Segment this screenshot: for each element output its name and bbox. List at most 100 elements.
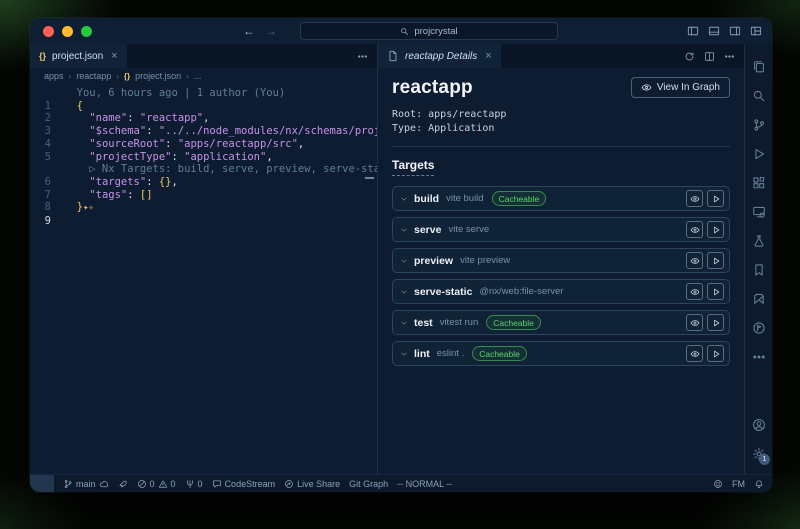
view-target-button[interactable] bbox=[686, 345, 703, 362]
code-line[interactable]: 6 "targets": {}, bbox=[30, 176, 377, 189]
forward-arrow-icon[interactable]: → bbox=[265, 24, 277, 38]
line-number bbox=[30, 163, 64, 176]
run-target-button[interactable] bbox=[707, 345, 724, 362]
close-window-button[interactable] bbox=[43, 26, 54, 37]
feedback-item[interactable] bbox=[713, 479, 723, 489]
run-target-button[interactable] bbox=[707, 283, 724, 300]
code-line[interactable]: ▷ Nx Targets: build, serve, preview, ser… bbox=[30, 163, 377, 176]
bird-icon bbox=[118, 479, 128, 489]
more-actions-icon[interactable] bbox=[357, 51, 368, 62]
code-line[interactable]: You, 6 hours ago | 1 author (You) bbox=[30, 87, 377, 100]
line-number: 9 bbox=[30, 215, 64, 228]
problems-item[interactable]: 00 bbox=[137, 479, 176, 489]
error-icon bbox=[137, 479, 147, 489]
code-token bbox=[64, 125, 89, 137]
run-target-button[interactable] bbox=[707, 221, 724, 238]
line-content: "tags": [] bbox=[64, 189, 377, 202]
git-graph-item[interactable]: Git Graph bbox=[349, 479, 388, 489]
target-row-serve-static[interactable]: serve-static@nx/web:file-server bbox=[392, 279, 730, 304]
code-token: : bbox=[146, 176, 159, 188]
activity-item-search[interactable] bbox=[745, 81, 772, 110]
activity-item-extensions[interactable] bbox=[745, 168, 772, 197]
remote-indicator[interactable] bbox=[30, 475, 54, 493]
toggle-panel-icon[interactable] bbox=[708, 25, 720, 37]
code-line[interactable]: 9 bbox=[30, 215, 377, 228]
target-row-preview[interactable]: previewvite preview bbox=[392, 248, 730, 273]
toggle-secondary-sidebar-icon[interactable] bbox=[729, 25, 741, 37]
code-line[interactable]: 8 }✦✧ bbox=[30, 201, 377, 215]
view-target-button[interactable] bbox=[686, 252, 703, 269]
more-icon bbox=[752, 350, 766, 364]
vim-mode-item[interactable]: -- NORMAL -- bbox=[397, 479, 452, 489]
extensions-icon bbox=[752, 176, 766, 190]
ports-item[interactable]: 0 bbox=[185, 479, 203, 489]
code-token bbox=[64, 138, 89, 150]
notifications-item[interactable] bbox=[754, 479, 764, 489]
activity-item-nx-console[interactable] bbox=[745, 284, 772, 313]
eye-icon bbox=[690, 194, 700, 204]
breadcrumb-item-project-json[interactable]: project.json bbox=[135, 71, 181, 81]
activity-item-remote-explorer[interactable] bbox=[745, 197, 772, 226]
tab-project-json[interactable]: {} project.json × bbox=[30, 44, 127, 68]
close-tab-icon[interactable]: × bbox=[111, 50, 117, 62]
view-target-button[interactable] bbox=[686, 190, 703, 207]
smiley-icon bbox=[713, 479, 723, 489]
toggle-sidebar-icon[interactable] bbox=[687, 25, 699, 37]
command-center-search[interactable]: projcrystal bbox=[300, 22, 558, 40]
activity-item-files[interactable] bbox=[745, 52, 772, 81]
breadcrumb-item-reactapp[interactable]: reactapp bbox=[76, 71, 111, 81]
minimize-window-button[interactable] bbox=[62, 26, 73, 37]
breadcrumb-item-more[interactable]: ... bbox=[194, 71, 202, 81]
back-arrow-icon[interactable]: ← bbox=[243, 24, 255, 38]
breadcrumb-item-apps[interactable]: apps bbox=[44, 71, 64, 81]
more-actions-icon[interactable] bbox=[724, 51, 735, 62]
refresh-icon[interactable] bbox=[684, 51, 695, 62]
activity-item-more[interactable] bbox=[745, 342, 772, 371]
code-line[interactable]: 1 { bbox=[30, 100, 377, 113]
share-icon bbox=[284, 479, 294, 489]
target-command: vite preview bbox=[460, 255, 510, 266]
code-editor[interactable]: You, 6 hours ago | 1 author (You)1 {2 "n… bbox=[30, 84, 377, 474]
tab-reactapp-details[interactable]: reactapp Details × bbox=[378, 44, 501, 68]
target-row-test[interactable]: testvitest runCacheable bbox=[392, 310, 730, 335]
run-target-button[interactable] bbox=[707, 252, 724, 269]
account-icon bbox=[752, 418, 766, 432]
target-name: lint bbox=[414, 348, 430, 360]
activity-item-source-control[interactable] bbox=[745, 110, 772, 139]
view-target-button[interactable] bbox=[686, 314, 703, 331]
code-token: "sourceRoot" bbox=[89, 138, 165, 150]
zoom-window-button[interactable] bbox=[81, 26, 92, 37]
view-in-graph-button[interactable]: View In Graph bbox=[631, 77, 730, 98]
extension-bird-item[interactable] bbox=[118, 479, 128, 489]
close-tab-icon[interactable]: × bbox=[485, 50, 491, 62]
git-branch-item[interactable]: main bbox=[63, 479, 109, 489]
target-row-serve[interactable]: servevite serve bbox=[392, 217, 730, 242]
fm-item[interactable]: FM bbox=[732, 479, 745, 489]
split-editor-icon[interactable] bbox=[704, 51, 715, 62]
targets-list: buildvite buildCacheable servevite serve p… bbox=[392, 186, 730, 366]
code-line[interactable]: 7 "tags": [] bbox=[30, 189, 377, 202]
activity-item-run-debug[interactable] bbox=[745, 139, 772, 168]
customize-layout-icon[interactable] bbox=[750, 25, 762, 37]
run-target-button[interactable] bbox=[707, 190, 724, 207]
live-share-item[interactable]: Live Share bbox=[284, 479, 340, 489]
activity-item-testing[interactable] bbox=[745, 226, 772, 255]
view-target-button[interactable] bbox=[686, 221, 703, 238]
play-icon bbox=[711, 318, 721, 328]
run-target-button[interactable] bbox=[707, 314, 724, 331]
type-value: Application bbox=[428, 123, 494, 134]
target-row-build[interactable]: buildvite buildCacheable bbox=[392, 186, 730, 211]
code-line[interactable]: 4 "sourceRoot": "apps/reactapp/src", bbox=[30, 138, 377, 151]
view-target-button[interactable] bbox=[686, 283, 703, 300]
target-name: serve bbox=[414, 224, 441, 236]
code-line[interactable]: 3 "$schema": "../../node_modules/nx/sche… bbox=[30, 125, 377, 138]
target-row-lint[interactable]: linteslint .Cacheable bbox=[392, 341, 730, 366]
activity-item-bookmarks[interactable] bbox=[745, 255, 772, 284]
code-line[interactable]: 5 "projectType": "application", bbox=[30, 151, 377, 164]
bell-icon bbox=[754, 479, 764, 489]
codestream-item[interactable]: CodeStream bbox=[212, 479, 276, 489]
activity-item-settings[interactable]: 1 bbox=[745, 439, 772, 468]
code-line[interactable]: 2 "name": "reactapp", bbox=[30, 112, 377, 125]
activity-item-account[interactable] bbox=[745, 410, 772, 439]
activity-item-flag-circle[interactable] bbox=[745, 313, 772, 342]
